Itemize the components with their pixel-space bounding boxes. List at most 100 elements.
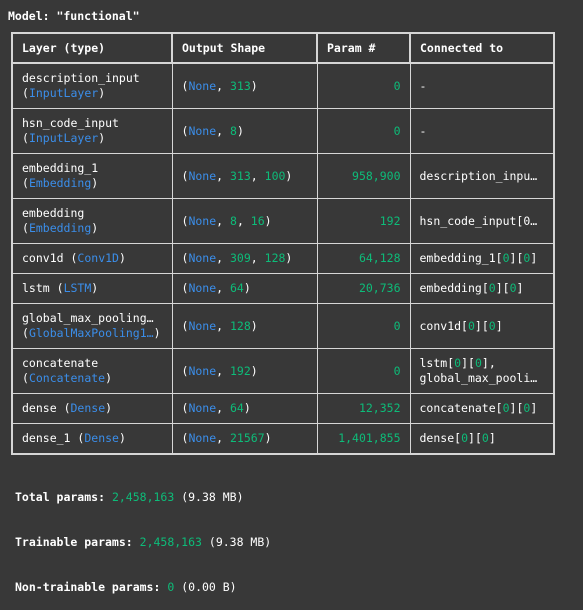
layer-name: hsn_code_input [22,116,119,130]
connected-to-entry: embedding[0][0] [419,281,524,295]
param-count-cell: 192 [316,198,411,244]
connected-to-entry: - [419,123,427,138]
param-count-cell: 0 [316,348,411,394]
param-count: 1,401,855 [338,431,401,445]
layer-name: embedding [22,206,85,220]
layer-cell: hsn_code_input (InputLayer) [11,108,173,154]
output-shape-cell: (None, 313, 100) [171,153,318,199]
layer-class: LSTM [63,281,92,295]
shape-batch-dim: None [188,431,217,445]
shape-dim: 64 [230,281,244,295]
param-count: 20,736 [358,281,401,295]
connected-to-entry: concatenate[0][0] [419,401,538,415]
layer-name: description_input [22,71,140,85]
layer-cell: global_max_pooling… (GlobalMaxPooling1…) [11,303,173,349]
param-count-cell: 0 [316,108,411,154]
shape-dim: 8 [230,213,237,228]
layer-name: conv1d [22,251,64,265]
tensor-index: 0 [454,356,462,370]
connected-to-cell: conv1d[0][0] [409,303,555,349]
tensor-index: 0 [488,281,496,295]
connected-to-entry: dense[0][0] [419,431,496,445]
table-row: description_input (InputLayer) (None, 313)… [11,62,555,109]
connected-to-entry: - [419,78,427,93]
layer-cell: lstm (LSTM) [11,273,173,304]
shape-batch-dim: None [188,281,217,295]
layer-class: Dense [70,401,106,415]
param-count: 0 [393,123,401,138]
connected-to-entry: global_max_pooli… [419,371,538,385]
connected-to-header: Connected to [409,32,555,64]
shape-dim: 21567 [230,431,265,445]
shape-batch-dim: None [188,213,217,228]
table-row: conv1d (Conv1D) (None, 309, 128) 64,128 emb… [11,243,555,274]
shape-dim: 128 [230,318,251,333]
param-count-cell: 0 [316,62,411,109]
non-trainable-params-line: Non-trainable params: 0 (0.00 B) [15,580,271,595]
layer-name: embedding_1 [22,161,99,175]
param-count: 192 [379,213,401,228]
layer-cell: concatenate (Concatenate) [11,348,173,394]
param-count-cell: 1,401,855 [316,423,411,455]
layer-cell: embedding (Embedding) [11,198,173,244]
shape-batch-dim: None [188,318,217,333]
table-row: lstm (LSTM) (None, 64) 20,736 embedding[0][… [11,273,555,304]
layer-class: Embedding [28,176,92,190]
tensor-index: 0 [502,251,510,265]
output-shape-cell: (None, 8) [171,108,318,154]
tensor-index: 0 [467,318,475,333]
tensor-index: 0 [461,431,468,445]
layer-name: dense [22,401,57,415]
shape-batch-dim: None [188,123,217,138]
layer-class: Conv1D [77,251,119,265]
layer-class: Dense [84,431,119,445]
params-totals: Total params: 2,458,163 (9.38 MB) Traina… [15,460,271,610]
shape-dim: 64 [230,401,244,415]
shape-batch-dim: None [188,251,217,265]
model-summary-table: Layer (type) Output Shape Param # Connec… [11,32,555,455]
shape-batch-dim: None [188,363,217,378]
output-shape-header: Output Shape [171,32,318,64]
param-count-cell: 20,736 [316,273,411,304]
shape-dim: 8 [230,123,237,138]
tensor-index: 0 [481,431,489,445]
tensor-index: 0 [474,356,482,370]
param-count: 0 [393,363,401,378]
connected-to-entry: lstm[0][0], [419,356,496,370]
layer-class: InputLayer [28,131,99,145]
param-count-header: Param # [316,32,411,64]
layer-name: lstm [22,281,50,295]
layer-name: global_max_pooling… [22,311,154,325]
table-row: embedding (Embedding) (None, 8, 16) 192 hsn_… [11,198,555,244]
output-shape-cell: (None, 8, 16) [171,198,318,244]
shape-dim: 100 [264,168,286,183]
table-body: description_input (InputLayer) (None, 313)… [11,62,555,455]
non-trainable-params-label: Non-trainable params: [15,580,161,594]
layer-class: Concatenate [28,371,106,385]
tensor-index: 0 [523,251,531,265]
connected-to-cell: description_inpu… [409,153,555,199]
trainable-params-value: 2,458,163 [139,535,202,549]
tensor-index: 0 [488,318,496,333]
param-count: 958,900 [352,168,401,183]
connected-to-entry: conv1d[0][0] [419,318,503,333]
table-row: embedding_1 (Embedding) (None, 313, 100) 95… [11,153,555,199]
shape-batch-dim: None [188,401,217,415]
total-params-label: Total params: [15,490,106,504]
total-params-size: (9.38 MB) [181,490,244,504]
connected-to-cell: embedding_1[0][0] [409,243,555,274]
trainable-params-size: (9.38 MB) [208,535,272,549]
param-count: 64,128 [358,251,401,265]
connected-to-cell: - [409,62,555,109]
output-shape-cell: (None, 313) [171,62,318,109]
layer-cell: embedding_1 (Embedding) [11,153,173,199]
layer-name: dense_1 [22,431,71,445]
model-title: Model: "functional" [8,9,140,23]
shape-dim: 192 [230,363,251,378]
tensor-index: 0 [523,401,531,415]
output-shape-cell: (None, 64) [171,273,318,304]
shape-dim: 16 [250,213,265,228]
tensor-index: 0 [502,401,510,415]
shape-dim: 313 [230,168,251,183]
shape-batch-dim: None [188,168,217,183]
